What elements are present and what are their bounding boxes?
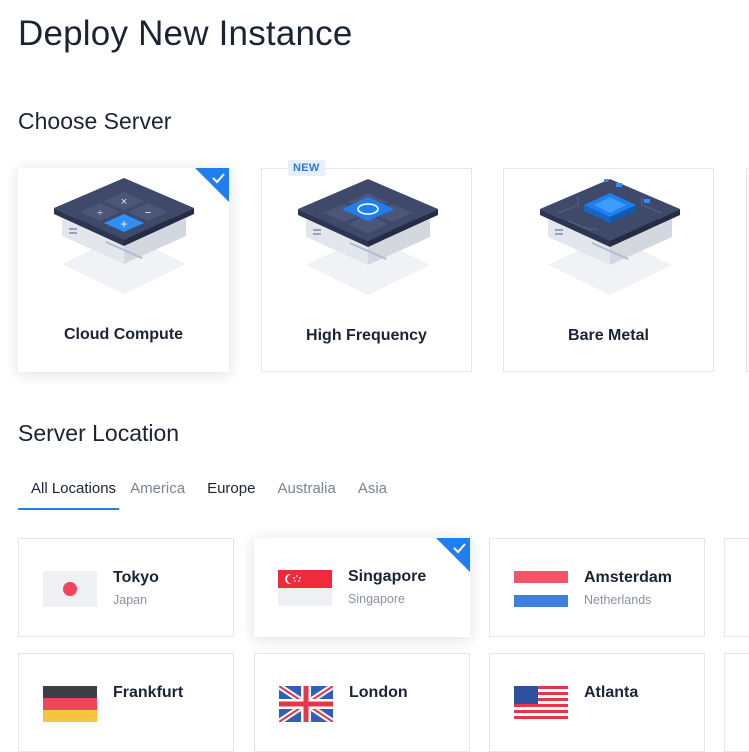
tab-europe[interactable]: Europe [196,472,266,508]
location-card-london[interactable]: London [254,653,470,752]
server-card-cloud-compute[interactable]: × ÷ − + Cloud Compute [18,168,229,372]
svg-text:−: − [145,207,151,219]
choose-server-title: Choose Server [18,108,172,134]
location-card-partial[interactable] [724,653,749,752]
cloud-compute-icon: × ÷ − + [54,178,194,294]
selected-check-icon [195,168,229,202]
flag-uk-icon [279,686,333,722]
location-card-atlanta[interactable]: Atlanta [489,653,705,752]
flag-germany-icon [43,686,97,722]
location-card-frankfurt[interactable]: Frankfurt [18,653,234,752]
high-frequency-icon [298,179,438,295]
location-card-partial[interactable] [724,538,749,637]
location-country: Japan [113,593,148,607]
server-card-label: Cloud Compute [63,326,184,343]
bare-metal-icon [540,179,680,295]
page-title: Deploy New Instance [18,14,353,53]
server-location-title: Server Location [18,420,180,446]
server-card-label: High Frequency [306,327,427,344]
location-city: Amsterdam [584,569,673,586]
location-city: Atlanta [584,684,639,701]
location-city: Frankfurt [113,684,184,701]
location-card-singapore[interactable]: Singapore Singapore [254,538,470,637]
svg-text:+: + [120,217,127,231]
server-card-label: Bare Metal [568,327,649,344]
tab-asia[interactable]: Asia [347,472,398,508]
svg-text:÷: ÷ [97,208,103,219]
selected-check-icon [436,538,470,572]
server-card-bare-metal[interactable]: Bare Metal [503,168,714,372]
location-country: Singapore [348,592,405,606]
location-city: Tokyo [113,569,159,586]
tab-america[interactable]: America [119,472,196,508]
flag-netherlands-icon [514,571,568,607]
location-card-amsterdam[interactable]: Amsterdam Netherlands [489,538,705,637]
location-card-tokyo[interactable]: Tokyo Japan [18,538,234,637]
server-card-high-frequency[interactable]: NEW High Frequency [261,160,472,372]
svg-text:×: × [121,196,127,208]
flag-usa-icon [514,686,568,722]
flag-singapore-icon [278,570,332,606]
flag-japan-icon [43,571,97,607]
tab-all-locations[interactable]: All Locations [18,472,120,510]
location-city: Singapore [348,568,427,585]
tab-australia[interactable]: Australia [266,472,346,508]
new-badge: NEW [288,160,325,176]
location-city: London [349,684,408,701]
location-tabs: All Locations America Europe Australia A… [18,472,398,510]
location-country: Netherlands [584,593,652,607]
